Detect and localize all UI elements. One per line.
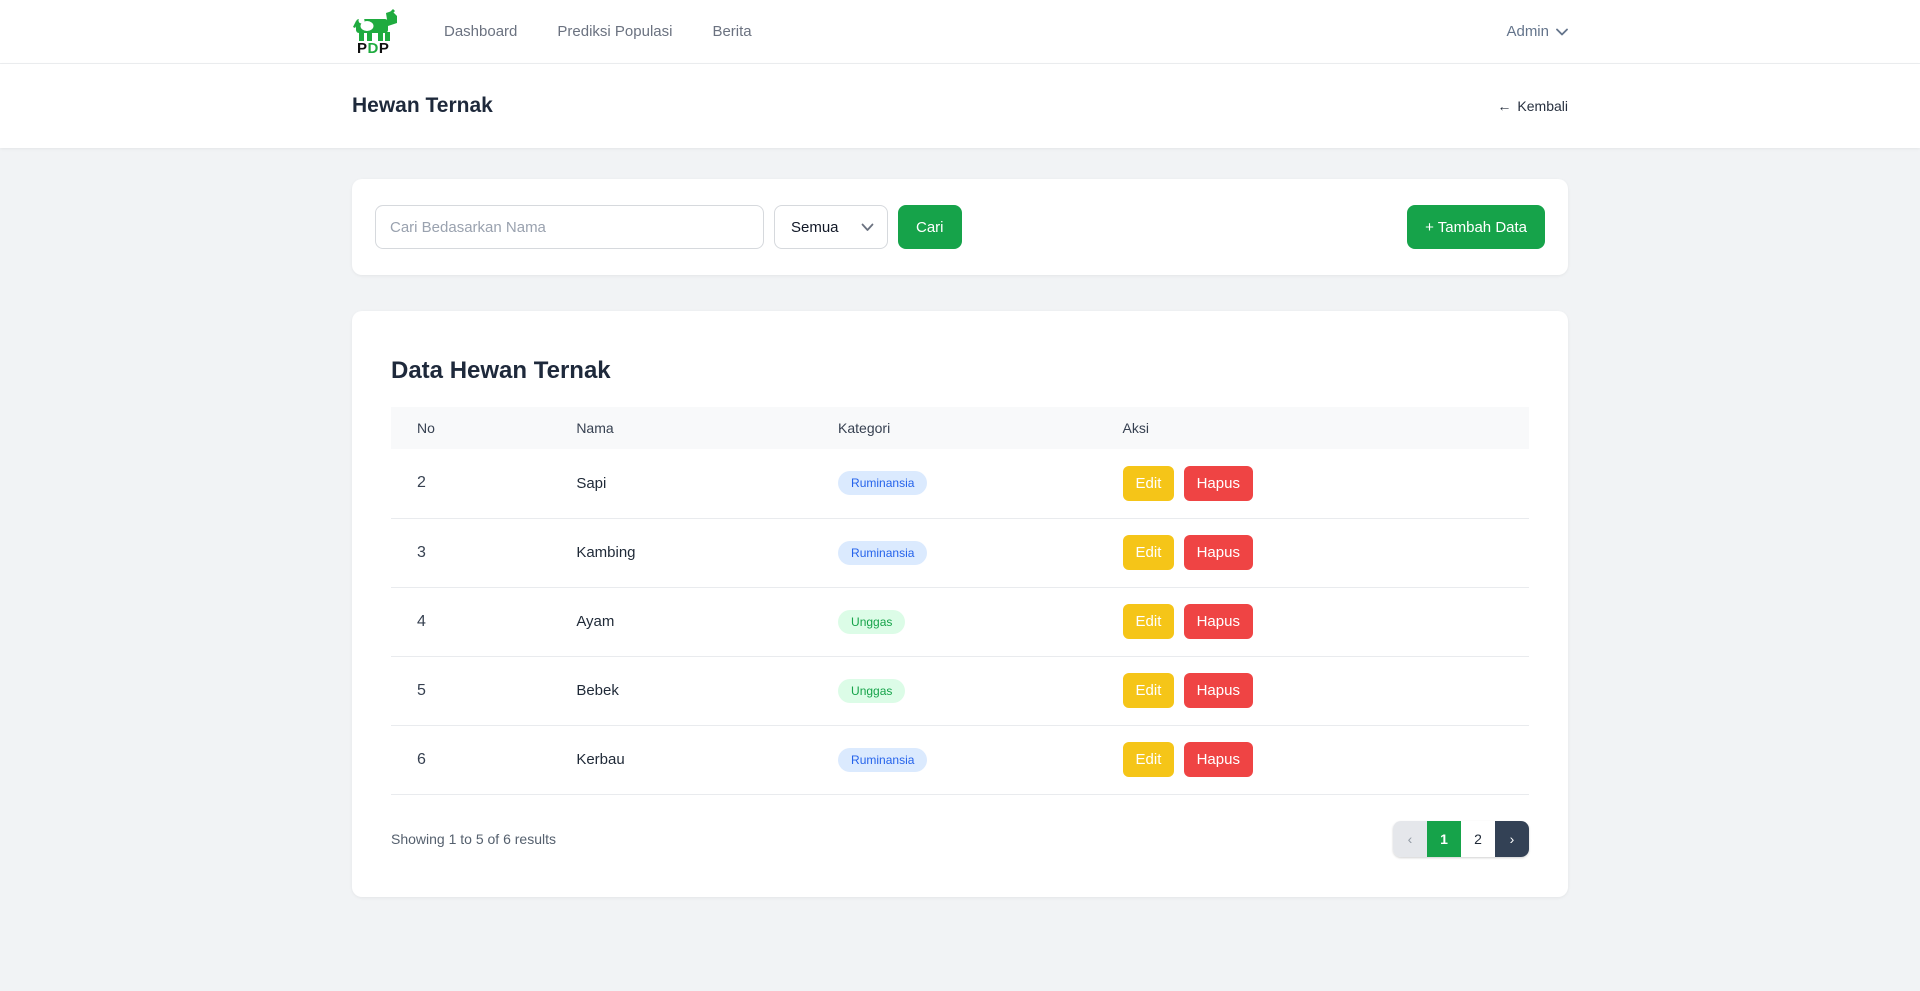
page-title: Hewan Ternak	[352, 94, 493, 118]
row-actions-cell: Edit Hapus	[1097, 518, 1529, 587]
category-badge: Unggas	[838, 610, 905, 634]
logo-cow-icon: PDP	[352, 9, 400, 55]
table-title: Data Hewan Ternak	[391, 357, 1529, 385]
nav-item-berita[interactable]: Berita	[712, 0, 751, 64]
chevron-down-icon	[1556, 28, 1568, 36]
results-summary: Showing 1 to 5 of 6 results	[391, 831, 556, 847]
row-category-cell: Ruminansia	[812, 518, 1097, 587]
delete-button[interactable]: Hapus	[1184, 673, 1253, 708]
row-category-cell: Ruminansia	[812, 449, 1097, 518]
main-content: Semua Cari + Tambah Data Data Hewan Tern…	[352, 148, 1568, 897]
table-row: 5 Bebek Unggas Edit Hapus	[391, 656, 1529, 725]
pagination-next-button[interactable]: ›	[1495, 821, 1529, 857]
app-logo[interactable]: PDP	[352, 9, 400, 55]
row-name-cell: Kerbau	[550, 725, 812, 794]
row-name-cell: Ayam	[550, 587, 812, 656]
pagination-page-2-button[interactable]: 2	[1461, 821, 1495, 857]
category-badge: Unggas	[838, 679, 905, 703]
delete-button[interactable]: Hapus	[1184, 535, 1253, 570]
column-header-aksi: Aksi	[1097, 407, 1529, 449]
row-category-cell: Unggas	[812, 656, 1097, 725]
nav-item-prediksi-populasi[interactable]: Prediksi Populasi	[557, 0, 672, 64]
table-footer: Showing 1 to 5 of 6 results ‹ 1 2 ›	[391, 821, 1529, 857]
back-link[interactable]: ← Kembali	[1497, 98, 1568, 114]
user-menu-label: Admin	[1506, 23, 1549, 40]
pagination-prev-button[interactable]: ‹	[1393, 821, 1427, 857]
data-table-card: Data Hewan Ternak No Nama Kategori Aksi …	[352, 311, 1568, 897]
table-row: 2 Sapi Ruminansia Edit Hapus	[391, 449, 1529, 518]
category-badge: Ruminansia	[838, 471, 927, 495]
table-header-row: No Nama Kategori Aksi	[391, 407, 1529, 449]
column-header-kategori: Kategori	[812, 407, 1097, 449]
nav-links: Dashboard Prediksi Populasi Berita	[444, 0, 752, 64]
delete-button[interactable]: Hapus	[1184, 466, 1253, 501]
category-select[interactable]: Semua	[774, 205, 888, 249]
back-link-label: Kembali	[1517, 98, 1568, 114]
delete-button[interactable]: Hapus	[1184, 742, 1253, 777]
livestock-table: No Nama Kategori Aksi 2 Sapi Ruminansia …	[391, 407, 1529, 795]
search-filter-card: Semua Cari + Tambah Data	[352, 179, 1568, 275]
table-row: 4 Ayam Unggas Edit Hapus	[391, 587, 1529, 656]
category-badge: Ruminansia	[838, 748, 927, 772]
page-header: Hewan Ternak ← Kembali	[0, 64, 1920, 148]
column-header-no: No	[391, 407, 550, 449]
search-submit-button[interactable]: Cari	[898, 205, 962, 249]
top-navbar: PDP Dashboard Prediksi Populasi Berita A…	[0, 0, 1920, 64]
table-row: 3 Kambing Ruminansia Edit Hapus	[391, 518, 1529, 587]
edit-button[interactable]: Edit	[1123, 742, 1175, 777]
user-menu[interactable]: Admin	[1506, 23, 1568, 40]
category-badge: Ruminansia	[838, 541, 927, 565]
table-body: 2 Sapi Ruminansia Edit Hapus 3 Kambing R…	[391, 449, 1529, 794]
back-arrow-icon: ←	[1497, 98, 1511, 114]
nav-item-dashboard[interactable]: Dashboard	[444, 0, 517, 64]
edit-button[interactable]: Edit	[1123, 673, 1175, 708]
row-name-cell: Kambing	[550, 518, 812, 587]
table-row: 6 Kerbau Ruminansia Edit Hapus	[391, 725, 1529, 794]
row-number-cell: 2	[391, 449, 550, 518]
row-number-cell: 4	[391, 587, 550, 656]
search-input[interactable]	[375, 205, 764, 249]
row-number-cell: 5	[391, 656, 550, 725]
row-category-cell: Ruminansia	[812, 725, 1097, 794]
row-category-cell: Unggas	[812, 587, 1097, 656]
row-actions-cell: Edit Hapus	[1097, 656, 1529, 725]
chevron-down-icon	[861, 223, 874, 232]
row-actions-cell: Edit Hapus	[1097, 725, 1529, 794]
pagination: ‹ 1 2 ›	[1393, 821, 1529, 857]
row-number-cell: 6	[391, 725, 550, 794]
add-data-button[interactable]: + Tambah Data	[1407, 205, 1545, 249]
column-header-nama: Nama	[550, 407, 812, 449]
category-select-value: Semua	[791, 219, 839, 236]
svg-text:PDP: PDP	[357, 40, 389, 55]
edit-button[interactable]: Edit	[1123, 466, 1175, 501]
delete-button[interactable]: Hapus	[1184, 604, 1253, 639]
edit-button[interactable]: Edit	[1123, 535, 1175, 570]
row-actions-cell: Edit Hapus	[1097, 449, 1529, 518]
row-name-cell: Bebek	[550, 656, 812, 725]
row-name-cell: Sapi	[550, 449, 812, 518]
edit-button[interactable]: Edit	[1123, 604, 1175, 639]
row-number-cell: 3	[391, 518, 550, 587]
pagination-page-1-button[interactable]: 1	[1427, 821, 1461, 857]
row-actions-cell: Edit Hapus	[1097, 587, 1529, 656]
